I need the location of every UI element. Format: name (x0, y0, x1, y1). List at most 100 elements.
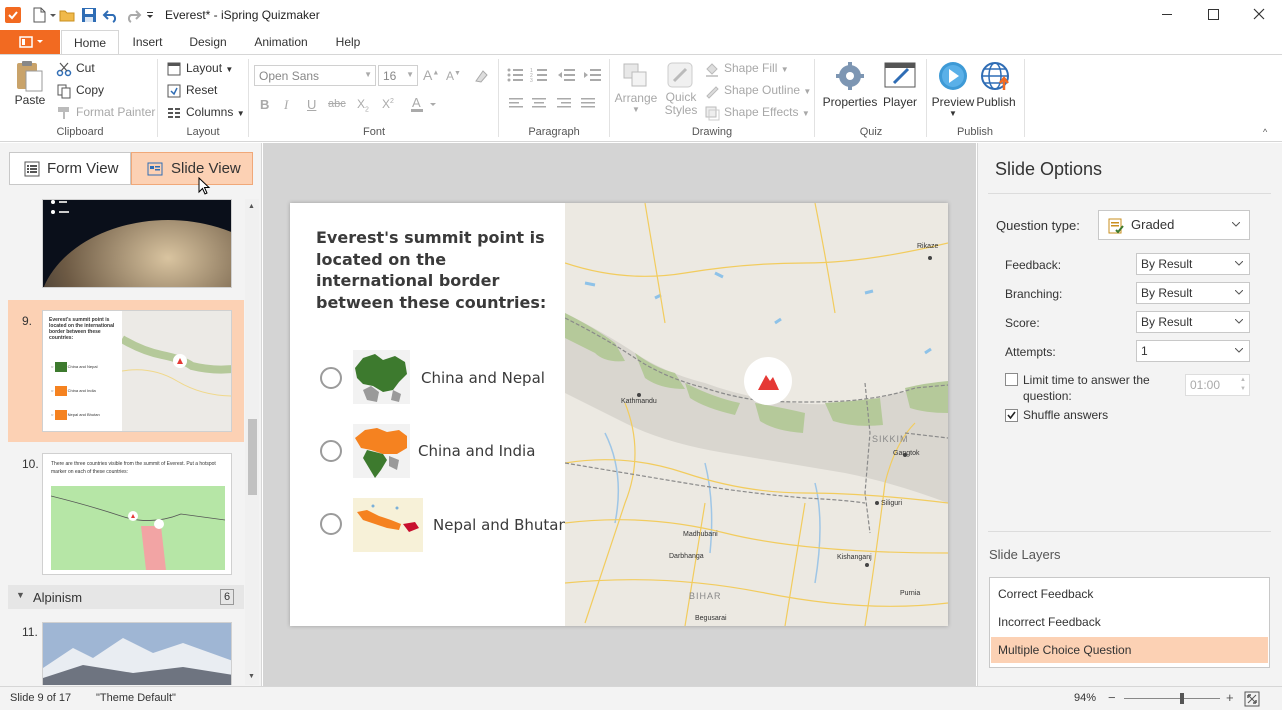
question-text[interactable]: Everest's summit point is located on the… (316, 227, 556, 313)
shrink-font-icon[interactable]: A▼ (446, 69, 461, 83)
numbering-icon[interactable]: 123 (530, 67, 548, 83)
clear-format-icon[interactable] (472, 67, 490, 85)
answer-radio[interactable] (320, 367, 342, 389)
font-size-value: 16 (383, 69, 397, 83)
grow-font-icon[interactable]: A▲ (423, 67, 439, 83)
cut-button[interactable]: Cut (56, 58, 95, 78)
customize-toolbar-icon[interactable] (145, 6, 155, 24)
zoom-out-button[interactable]: − (1108, 690, 1116, 705)
format-painter-button[interactable]: Format Painter (56, 102, 155, 122)
save-icon[interactable] (80, 6, 98, 24)
layer-item-multiple-choice-question[interactable]: Multiple Choice Question (991, 637, 1268, 663)
tab-insert[interactable]: Insert (125, 30, 170, 54)
minimize-button[interactable] (1144, 0, 1190, 30)
properties-button[interactable]: Properties (820, 59, 880, 109)
layout-button[interactable]: Layout ▼ (166, 58, 233, 78)
paste-button[interactable]: Paste (8, 59, 52, 107)
answer-radio[interactable] (320, 440, 342, 462)
ribbon-tabs: Home Insert Design Animation Help (0, 30, 1282, 55)
question-type-value: Graded (1131, 217, 1175, 232)
justify-icon[interactable] (580, 97, 596, 111)
arrange-icon (623, 63, 647, 87)
slide-icon (147, 162, 163, 176)
attempts-value: 1 (1141, 344, 1148, 358)
bold-icon[interactable]: B (260, 97, 269, 112)
collapse-ribbon-icon[interactable]: ^ (1263, 127, 1267, 137)
preview-button[interactable]: Preview ▼ (930, 59, 976, 118)
tab-home[interactable]: Home (61, 30, 119, 55)
shape-outline-button[interactable]: Shape Outline ▼ (704, 80, 811, 100)
slide-list-scrollbar[interactable]: ▲ ▼ (245, 199, 259, 685)
tab-animation[interactable]: Animation (248, 30, 314, 54)
open-folder-icon[interactable] (58, 6, 76, 24)
quick-styles-button[interactable]: Quick Styles (660, 59, 702, 117)
strikethrough-icon[interactable]: abc (328, 98, 346, 110)
slide-thumbnail: There are three countries visible from t… (42, 453, 232, 575)
tab-help[interactable]: Help (330, 30, 366, 54)
publish-button[interactable]: Publish (974, 59, 1018, 109)
form-view-button[interactable]: Form View (9, 152, 131, 185)
undo-icon[interactable] (102, 6, 120, 24)
new-dropdown-icon[interactable] (48, 6, 58, 24)
decrease-indent-icon[interactable] (556, 67, 576, 83)
list-item[interactable]: 9. Everest's summit point is located on … (8, 300, 244, 442)
player-button[interactable]: Player (880, 59, 920, 109)
slide-view-button[interactable]: Slide View (131, 152, 253, 185)
redo-icon[interactable] (124, 6, 142, 24)
zoom-in-button[interactable]: + (1226, 690, 1234, 705)
zoom-slider-thumb[interactable] (1179, 693, 1184, 704)
slide-layers-list: Correct Feedback Incorrect Feedback Mult… (989, 577, 1270, 668)
fit-to-window-icon[interactable] (1244, 691, 1260, 707)
columns-button[interactable]: Columns ▼ (166, 102, 245, 122)
spinner-arrows-icon[interactable]: ▲ ▼ (1240, 376, 1246, 394)
reset-button[interactable]: Reset (166, 80, 217, 100)
zoom-slider[interactable] (1124, 693, 1220, 704)
answer-radio[interactable] (320, 513, 342, 535)
file-menu-button[interactable] (0, 30, 60, 54)
pencil-icon (706, 86, 719, 99)
time-limit-input[interactable]: 01:00 ▲ ▼ (1185, 374, 1250, 396)
scroll-down-icon[interactable]: ▼ (248, 673, 255, 680)
feedback-select[interactable]: By Result (1136, 253, 1250, 275)
align-center-icon[interactable] (531, 97, 547, 111)
limit-time-checkbox[interactable] (1005, 373, 1018, 386)
shape-fill-button[interactable]: Shape Fill ▼ (704, 58, 789, 78)
list-item[interactable]: 10. There are three countries visible fr… (8, 447, 244, 577)
bullets-icon[interactable] (506, 67, 524, 83)
chevron-down-icon[interactable]: ▼ (16, 590, 25, 600)
underline-icon[interactable]: U (307, 97, 316, 112)
increase-indent-icon[interactable] (582, 67, 602, 83)
attempts-select[interactable]: 1 (1136, 340, 1250, 362)
list-item[interactable]: 11. (8, 615, 244, 685)
maximize-button[interactable] (1190, 0, 1236, 30)
align-left-icon[interactable] (508, 97, 524, 111)
quick-styles-label-2: Styles (664, 103, 698, 117)
shape-effects-button[interactable]: Shape Effects ▼ (704, 102, 810, 122)
slide[interactable]: Everest's summit point is located on the… (290, 203, 948, 626)
chevron-down-icon (1235, 290, 1243, 295)
columns-icon (168, 107, 180, 118)
tab-design[interactable]: Design (182, 30, 234, 54)
slide-thumbnails-list[interactable]: 9. Everest's summit point is located on … (8, 199, 244, 685)
shuffle-answers-checkbox[interactable] (1005, 409, 1018, 422)
italic-icon[interactable]: I (284, 97, 288, 113)
score-select[interactable]: By Result (1136, 311, 1250, 333)
font-size-select[interactable]: 16 ▼ (378, 65, 418, 86)
branching-select[interactable]: By Result (1136, 282, 1250, 304)
list-item[interactable] (8, 199, 244, 295)
subscript-icon[interactable]: X2 (357, 97, 369, 113)
font-color-icon[interactable]: A (410, 95, 438, 113)
close-button[interactable] (1236, 0, 1282, 30)
scrollbar-thumb[interactable] (248, 419, 257, 495)
copy-button[interactable]: Copy (56, 80, 104, 100)
font-family-select[interactable]: Open Sans ▼ (254, 65, 376, 86)
superscript-icon[interactable]: X2 (382, 97, 394, 111)
align-right-icon[interactable] (556, 97, 572, 111)
new-file-icon[interactable] (30, 6, 48, 24)
arrange-button[interactable]: Arrange ▼ (614, 59, 658, 114)
layer-item-incorrect-feedback[interactable]: Incorrect Feedback (991, 609, 1268, 635)
layer-item-correct-feedback[interactable]: Correct Feedback (991, 581, 1268, 607)
question-type-select[interactable]: Graded (1098, 210, 1250, 240)
slide-group-header[interactable]: ▼ Alpinism 6 (8, 585, 244, 609)
scroll-up-icon[interactable]: ▲ (248, 203, 255, 210)
